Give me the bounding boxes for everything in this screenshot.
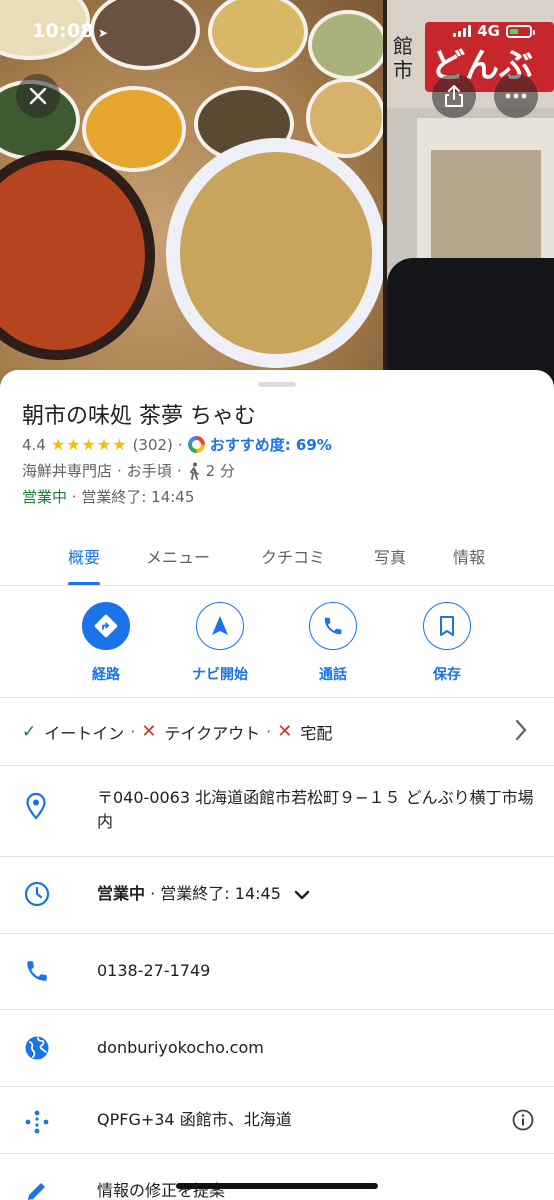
hours-closing: 営業終了: 14:45 <box>160 884 281 903</box>
start-navigation-button[interactable]: ナビ開始 <box>175 602 265 684</box>
location-pin-icon <box>26 792 46 820</box>
active-tab-indicator <box>68 582 100 585</box>
status-indicators: 4G <box>453 22 535 40</box>
delivery-label: 宅配 <box>300 723 333 743</box>
drag-handle[interactable] <box>258 382 296 387</box>
separator-dot: · <box>130 722 136 741</box>
takeout-label: テイクアウト <box>164 723 261 743</box>
open-status: 営業中 <box>22 488 68 506</box>
walk-time: 2 分 <box>205 462 235 480</box>
dine-in-option: ✓ イートイン <box>22 720 124 744</box>
website-link[interactable]: donburiyokocho.com <box>97 1036 264 1060</box>
rating-value: 4.4 <box>22 435 46 454</box>
service-options-row[interactable]: ✓ イートイン · ✕ テイクアウト · ✕ 宅配 <box>0 698 554 766</box>
recommend-score[interactable]: おすすめ度: 69% <box>210 434 332 455</box>
hours-row[interactable]: 営業中 · 営業終了: 14:45 <box>0 857 554 934</box>
tab-photos[interactable]: 写真 <box>374 544 406 568</box>
share-button[interactable] <box>432 74 476 118</box>
closing-time: 営業終了: 14:45 <box>81 488 195 506</box>
globe-icon <box>25 1036 49 1060</box>
check-icon: ✓ <box>22 721 37 742</box>
rating-row[interactable]: 4.4 ★★★★★ (302) · おすすめ度: 69% <box>22 434 332 455</box>
tab-about[interactable]: 情報 <box>453 544 485 568</box>
location-arrow-icon: ➤ <box>97 26 109 40</box>
start-navigation-label: ナビ開始 <box>192 667 248 683</box>
separator-dot: · <box>266 722 272 741</box>
start-navigation-button-circle <box>196 602 244 650</box>
website-row[interactable]: donburiyokocho.com <box>0 1010 554 1087</box>
phone-icon <box>324 617 342 635</box>
more-options-button[interactable] <box>494 74 538 118</box>
place-photos[interactable]: どんぶ 館市 10:08 ➤ 4G <box>0 0 554 392</box>
place-title: 朝市の味処 茶夢 ちゃむ <box>22 404 256 429</box>
plus-code-row[interactable]: QPFG+34 函館市、北海道 <box>0 1087 554 1154</box>
close-button[interactable] <box>16 74 60 118</box>
status-bar: 10:08 ➤ 4G <box>0 0 554 64</box>
navigation-arrow-icon <box>212 616 228 635</box>
cross-icon: ✕ <box>141 721 157 742</box>
pencil-icon <box>28 1183 45 1200</box>
clock-icon <box>24 881 50 907</box>
plus-code-text: QPFG+34 函館市、北海道 <box>97 1110 292 1129</box>
tab-overview[interactable]: 概要 <box>68 544 100 568</box>
place-details-sheet: 朝市の味処 茶夢 ちゃむ 4.4 ★★★★★ (302) · おすすめ度: 69… <box>0 370 554 1200</box>
call-button[interactable]: 通話 <box>288 602 378 684</box>
phone-number: 0138-27-1749 <box>97 961 211 980</box>
address-text: 〒040-0063 北海道函館市若松町９−１５ どんぶり横丁市場内 <box>97 788 534 831</box>
directions-label: 経路 <box>92 667 120 683</box>
chevron-down-icon[interactable] <box>294 889 310 901</box>
suggest-edit-row[interactable]: 情報の修正を提案 <box>0 1154 554 1200</box>
share-icon <box>445 85 463 107</box>
home-indicator[interactable] <box>176 1183 378 1189</box>
cross-icon: ✕ <box>277 721 293 742</box>
close-icon <box>29 87 47 105</box>
google-logo-icon <box>187 436 205 453</box>
separator-dot: · <box>177 435 183 454</box>
delivery-option: ✕ 宅配 <box>277 720 332 744</box>
dine-in-label: イートイン <box>44 723 125 743</box>
hours-open-status: 営業中 <box>97 884 146 903</box>
separator-dot: · <box>117 461 122 480</box>
network-type: 4G <box>477 22 500 40</box>
separator-dot: · <box>145 884 161 903</box>
bookmark-icon <box>440 616 454 636</box>
directions-icon <box>94 614 118 638</box>
action-buttons: 経路 ナビ開始 通話 保存 <box>0 587 554 698</box>
chevron-right-icon <box>515 719 527 741</box>
save-button[interactable]: 保存 <box>402 602 492 684</box>
address-row[interactable]: 〒040-0063 北海道函館市若松町９−１５ どんぶり横丁市場内 <box>0 766 554 857</box>
hours-text: 営業中 · 営業終了: 14:45 <box>97 882 310 906</box>
category-label: 海鮮丼専門店 <box>22 462 113 480</box>
battery-icon <box>506 24 535 38</box>
category-row: 海鮮丼専門店 · お手頃 · 2 分 <box>22 460 235 481</box>
tab-bar: 概要 メニュー クチコミ 写真 情報 <box>0 528 554 586</box>
call-button-circle <box>309 602 357 650</box>
status-time: 10:08 ➤ <box>32 20 108 42</box>
price-level: お手頃 <box>126 462 172 480</box>
plus-code-icon <box>25 1110 49 1134</box>
cellular-signal-icon <box>453 25 472 37</box>
call-label: 通話 <box>319 667 347 683</box>
more-horiz-icon <box>505 93 527 99</box>
separator-dot: · <box>71 488 82 506</box>
rating-stars-icon: ★★★★★ <box>50 435 128 454</box>
save-button-circle <box>423 602 471 650</box>
tab-menu[interactable]: メニュー <box>146 544 210 568</box>
hours-summary: 営業中 · 営業終了: 14:45 <box>22 486 194 507</box>
walking-icon <box>189 462 199 480</box>
tab-reviews[interactable]: クチコミ <box>261 544 325 568</box>
review-count[interactable]: (302) <box>133 436 173 454</box>
directions-button-circle <box>82 602 130 650</box>
separator-dot: · <box>176 461 182 480</box>
directions-button[interactable]: 経路 <box>61 602 151 684</box>
clock-text: 10:08 <box>32 20 94 42</box>
info-icon[interactable] <box>512 1109 534 1131</box>
phone-icon <box>27 961 47 981</box>
phone-row[interactable]: 0138-27-1749 <box>0 934 554 1010</box>
takeout-option: ✕ テイクアウト <box>141 720 260 744</box>
save-label: 保存 <box>433 667 461 683</box>
